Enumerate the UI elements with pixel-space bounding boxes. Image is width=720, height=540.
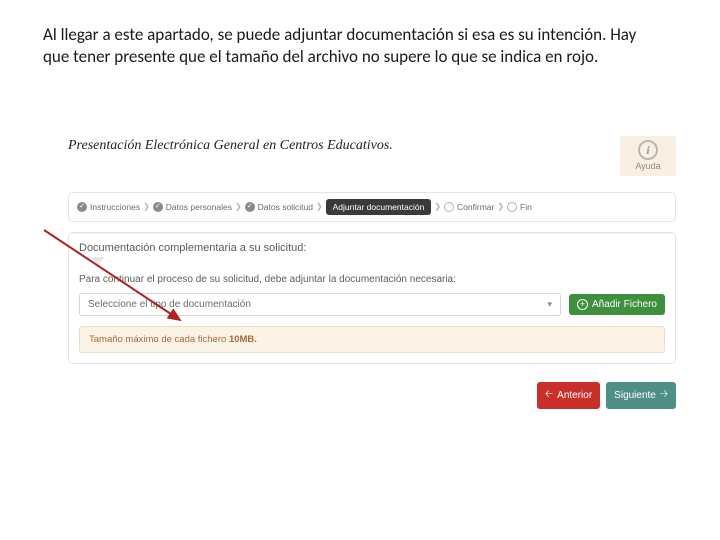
step-datos-solicitud[interactable]: ✓Datos solicitud bbox=[245, 202, 313, 212]
arrow-right-icon: 🡢 bbox=[660, 387, 668, 404]
circle-icon bbox=[507, 202, 517, 212]
help-label: Ayuda bbox=[620, 162, 676, 172]
previous-label: Anterior bbox=[557, 390, 592, 401]
section-heading: Documentación complementaria a su solici… bbox=[69, 233, 675, 258]
warn-prefix: Tamaño máximo de cada fichero bbox=[89, 334, 229, 345]
page-title: Presentación Electrónica General en Cent… bbox=[68, 136, 620, 154]
circle-icon bbox=[444, 202, 454, 212]
plus-circle-icon: + bbox=[577, 299, 588, 310]
next-label: Siguiente bbox=[614, 390, 656, 401]
check-icon: ✓ bbox=[245, 202, 255, 212]
step-adjuntar-documentacion[interactable]: Adjuntar documentación bbox=[326, 199, 432, 215]
chevron-right-icon: ❯ bbox=[434, 202, 441, 211]
help-button[interactable]: i Ayuda bbox=[620, 136, 676, 176]
chevron-down-icon: ▾ bbox=[547, 299, 552, 310]
arrow-left-icon: 🡠 bbox=[545, 387, 553, 404]
add-file-label: Añadir Fichero bbox=[592, 299, 657, 310]
chevron-right-icon: ❯ bbox=[497, 202, 504, 211]
pointer-decoration bbox=[69, 258, 675, 268]
step-fin[interactable]: Fin bbox=[507, 202, 532, 212]
app-screenshot: Presentación Electrónica General en Cent… bbox=[60, 130, 684, 419]
section-instruction: Para continuar el proceso de su solicitu… bbox=[69, 268, 675, 293]
info-icon: i bbox=[638, 140, 658, 160]
check-icon: ✓ bbox=[153, 202, 163, 212]
navigation-row: 🡠 Anterior Siguiente 🡢 bbox=[60, 374, 684, 419]
next-button[interactable]: Siguiente 🡢 bbox=[606, 382, 676, 409]
previous-button[interactable]: 🡠 Anterior bbox=[537, 382, 600, 409]
check-icon: ✓ bbox=[77, 202, 87, 212]
documentation-panel: Documentación complementaria a su solici… bbox=[68, 232, 676, 364]
wizard-panel: ✓Instrucciones ❯ ✓Datos personales ❯ ✓Da… bbox=[68, 192, 676, 222]
warn-size: 10MB. bbox=[229, 334, 257, 345]
max-size-warning: Tamaño máximo de cada fichero 10MB. bbox=[79, 326, 665, 353]
wizard-steps: ✓Instrucciones ❯ ✓Datos personales ❯ ✓Da… bbox=[69, 193, 675, 221]
add-file-button[interactable]: + Añadir Fichero bbox=[569, 294, 665, 315]
step-confirmar[interactable]: Confirmar bbox=[444, 202, 494, 212]
document-type-select[interactable]: Seleccione el tipo de documentación ▾ bbox=[79, 293, 561, 316]
step-instrucciones[interactable]: ✓Instrucciones bbox=[77, 202, 140, 212]
chevron-right-icon: ❯ bbox=[316, 202, 323, 211]
slide-caption: Al llegar a este apartado, se puede adju… bbox=[43, 24, 657, 68]
step-datos-personales[interactable]: ✓Datos personales bbox=[153, 202, 232, 212]
app-header: Presentación Electrónica General en Cent… bbox=[60, 130, 684, 186]
chevron-right-icon: ❯ bbox=[143, 202, 150, 211]
select-placeholder: Seleccione el tipo de documentación bbox=[88, 299, 251, 310]
triangle-down-icon bbox=[91, 257, 105, 265]
chevron-right-icon: ❯ bbox=[235, 202, 242, 211]
